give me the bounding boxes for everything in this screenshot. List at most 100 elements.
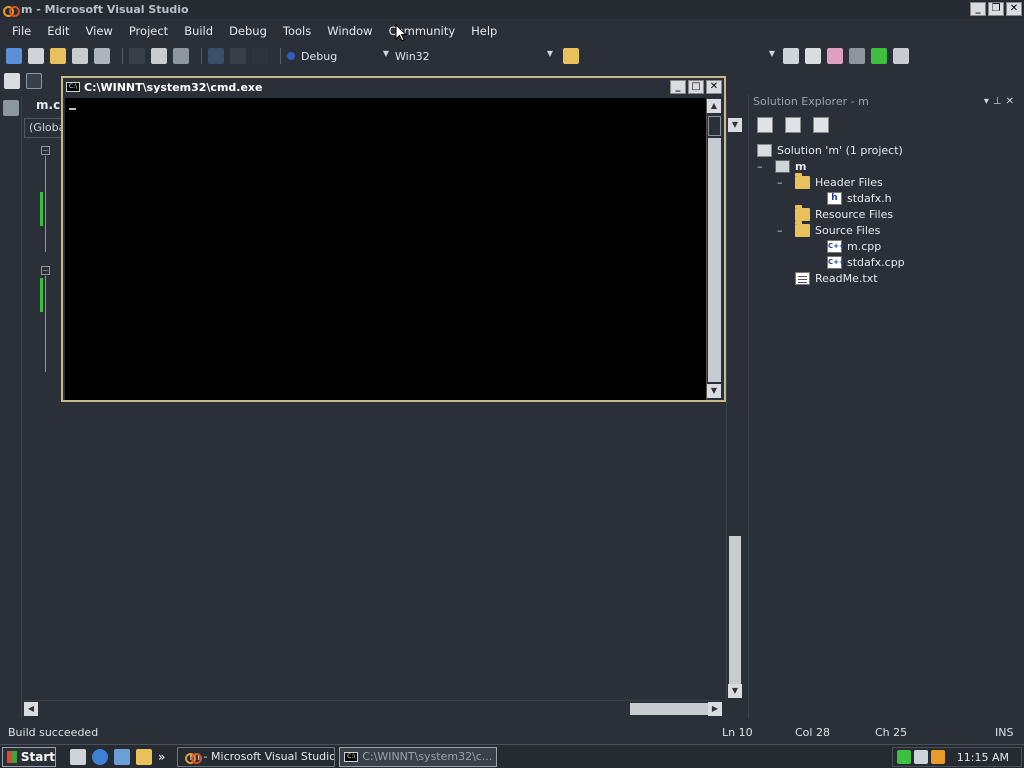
scroll-left-icon[interactable]: ◀ (24, 702, 38, 716)
find-in-files-icon[interactable] (563, 48, 579, 64)
start-debug-icon[interactable] (287, 52, 295, 60)
quick-launch-chevron[interactable]: » (158, 750, 165, 764)
standard-toolbar: Debug ▼ Win32 ▼ ▼ (0, 44, 1024, 68)
expand-toggle[interactable]: – (777, 176, 795, 189)
pointer-tool-icon[interactable] (26, 73, 42, 89)
find-combo[interactable]: ▼ (585, 47, 777, 65)
tray-app-icon[interactable] (931, 750, 945, 764)
menu-view[interactable]: View (78, 24, 121, 38)
scope-combo[interactable]: (Globa (24, 118, 65, 138)
show-all-files-icon[interactable] (785, 117, 801, 133)
refresh-icon[interactable] (813, 117, 829, 133)
solution-explorer-toolbar (749, 114, 1024, 136)
menu-debug[interactable]: Debug (221, 24, 275, 38)
undo-icon[interactable] (208, 48, 224, 64)
tree-item[interactable]: – m (757, 158, 806, 174)
menu-tools[interactable]: Tools (275, 24, 319, 38)
solution-platform-combo[interactable]: Win32 ▼ (395, 47, 555, 65)
close-button[interactable]: ✕ (1006, 2, 1022, 16)
editor-vertical-scrollbar[interactable]: ▼ ▼ (726, 96, 742, 700)
tree-item[interactable]: Solution 'm' (1 project) (757, 142, 903, 158)
pin-icon[interactable]: ⊥ (993, 96, 1006, 107)
open-file-icon[interactable] (50, 48, 66, 64)
scroll-thumb[interactable] (630, 703, 710, 715)
menu-help[interactable]: Help (463, 24, 505, 38)
properties-icon[interactable] (805, 48, 821, 64)
outlook-express-icon[interactable] (114, 748, 130, 765)
start-page-icon[interactable] (871, 48, 887, 64)
editor-horizontal-scrollbar[interactable]: ◀ ▶ (24, 700, 722, 716)
solution-explorer-icon[interactable] (783, 48, 799, 64)
menu-edit[interactable]: Edit (39, 24, 77, 38)
scroll-thumb[interactable] (708, 116, 721, 136)
panel-close-icon[interactable]: ✕ (1006, 96, 1018, 107)
collapse-icon[interactable]: − (41, 266, 50, 275)
tree-item[interactable]: C++ stdafx.cpp (797, 254, 905, 270)
internet-explorer-icon[interactable] (92, 748, 108, 765)
volume-icon[interactable] (914, 750, 928, 764)
change-marker (40, 278, 43, 312)
properties-icon[interactable] (757, 117, 773, 133)
cmd-maximize-button[interactable]: □ (688, 80, 704, 94)
solution-config-combo[interactable]: Debug ▼ (301, 47, 391, 65)
save-all-icon[interactable] (94, 48, 110, 64)
toolbox-icon[interactable] (849, 48, 865, 64)
collapse-icon[interactable]: − (41, 146, 50, 155)
menu-window[interactable]: Window (319, 24, 380, 38)
tree-item-label: Header Files (815, 175, 883, 189)
copy-icon[interactable] (151, 48, 167, 64)
save-icon[interactable] (72, 48, 88, 64)
start-button[interactable]: Start (2, 746, 56, 767)
navigate-icon[interactable] (252, 48, 268, 64)
outline-line (45, 276, 46, 372)
menu-build[interactable]: Build (176, 24, 221, 38)
redo-icon[interactable] (230, 48, 246, 64)
scroll-up-icon[interactable]: ▲ (707, 99, 721, 113)
tree-item[interactable]: – Source Files (777, 220, 880, 238)
search-icon[interactable] (136, 748, 152, 765)
tree-item[interactable]: h stdafx.h (797, 190, 892, 206)
cmd-title-bar[interactable]: C:\ C:\WINNT\system32\cmd.exe _ □ ✕ (63, 78, 724, 96)
scroll-thumb[interactable] (729, 536, 741, 686)
menu-file[interactable]: File (4, 24, 39, 38)
paste-icon[interactable] (173, 48, 189, 64)
dropdown-icon[interactable]: ▾ (984, 96, 993, 107)
title-bar: m - Microsoft Visual Studio _ ❐ ✕ (0, 0, 1024, 19)
secondary-toolbar (0, 70, 60, 92)
tree-item[interactable]: C++ m.cpp (797, 238, 881, 254)
scroll-down-icon[interactable]: ▼ (728, 684, 742, 698)
minimize-button[interactable]: _ (970, 2, 986, 16)
cmd-close-button[interactable]: ✕ (706, 80, 722, 94)
network-icon[interactable] (897, 750, 911, 764)
restore-button[interactable]: ❐ (988, 2, 1004, 16)
tree-item-label: m (795, 159, 807, 173)
command-window-icon[interactable] (893, 48, 909, 64)
scroll-right-icon[interactable]: ▶ (708, 702, 722, 716)
cpp-file-icon: C++ (827, 255, 845, 269)
scroll-up-icon[interactable]: ▼ (728, 118, 742, 132)
menu-project[interactable]: Project (121, 24, 176, 38)
cmd-minimize-button[interactable]: _ (670, 80, 686, 94)
tree-item-label: ReadMe.txt (815, 271, 878, 285)
expand-toggle[interactable]: – (757, 160, 775, 173)
cmd-vertical-scrollbar[interactable]: ▲ ▼ (706, 98, 722, 400)
add-item-icon[interactable] (28, 48, 44, 64)
object-browser-icon[interactable] (827, 48, 843, 64)
show-desktop-icon[interactable] (70, 748, 86, 765)
menu-community[interactable]: Community (381, 24, 464, 38)
scroll-down-icon[interactable]: ▼ (707, 384, 721, 398)
cut-icon[interactable] (129, 48, 145, 64)
class-view-icon[interactable] (4, 73, 20, 89)
toolbox-tab-icon[interactable] (3, 100, 19, 116)
task-visual-studio[interactable]: m - Microsoft Visual Studio (177, 746, 336, 767)
task-cmd[interactable]: C:\ C:\WINNT\system32\c... (339, 746, 498, 767)
tree-item[interactable]: Resource Files (777, 204, 894, 222)
expand-toggle[interactable]: – (777, 224, 795, 237)
tree-item-label: Resource Files (815, 207, 894, 221)
tree-item[interactable]: – Header Files (777, 172, 883, 190)
scroll-track[interactable] (708, 138, 721, 382)
new-project-icon[interactable] (6, 48, 22, 64)
cmd-console[interactable] (65, 98, 706, 400)
tree-item-label: stdafx.h (847, 191, 892, 205)
tree-item[interactable]: ReadMe.txt (777, 270, 878, 286)
